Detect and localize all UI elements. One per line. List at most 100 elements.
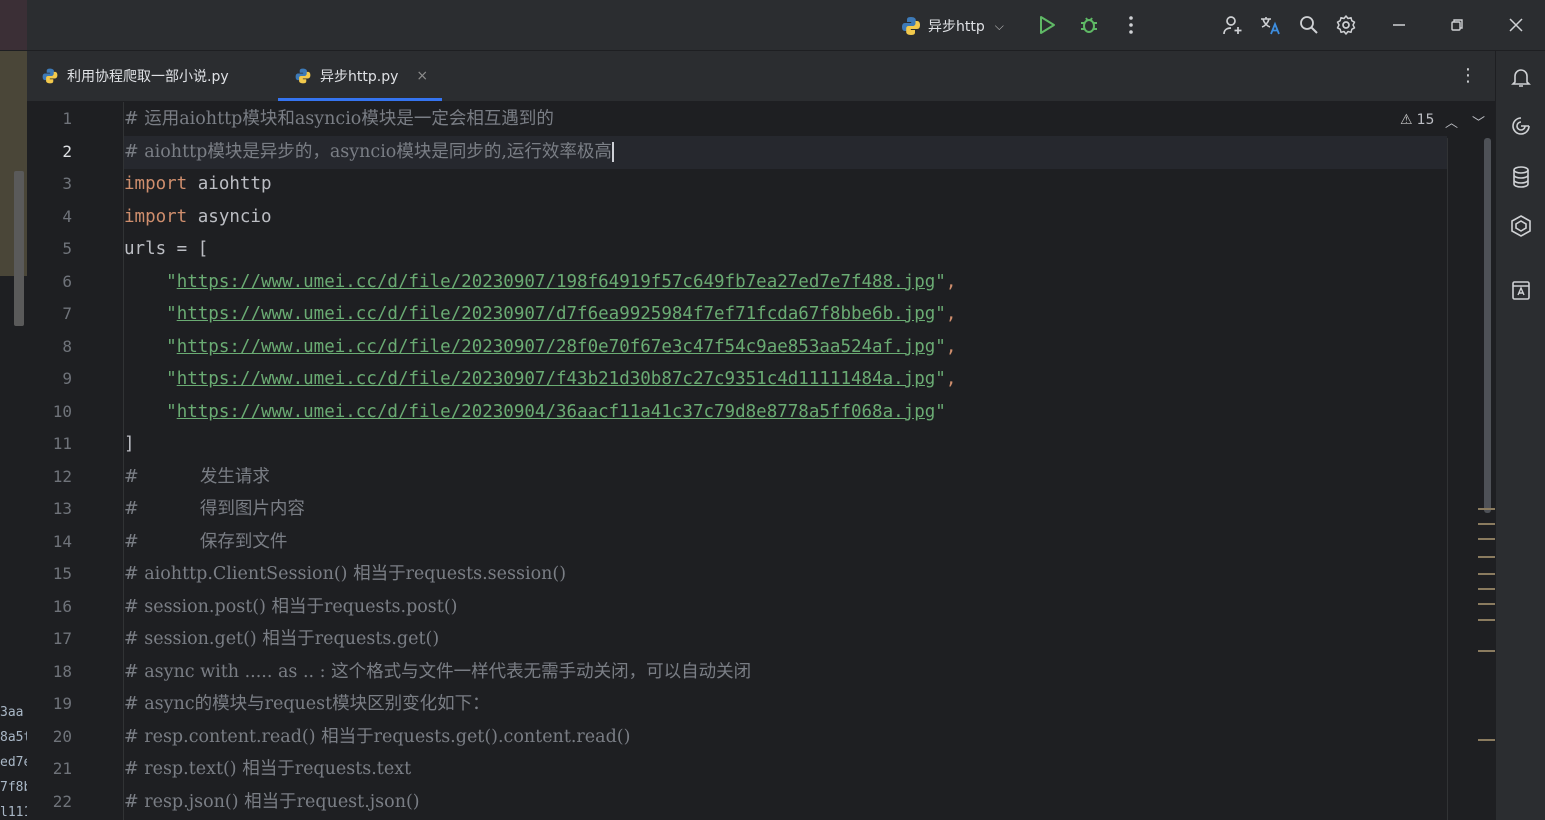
- scrollbar-thumb[interactable]: [1484, 138, 1491, 513]
- more-actions-button[interactable]: [1118, 12, 1144, 38]
- code-line[interactable]: "https://www.umei.cc/d/file/20230907/f43…: [124, 363, 956, 396]
- line-number: 15: [52, 564, 72, 583]
- close-icon: [1509, 18, 1523, 32]
- code-token: # session.get() 相当于requests.get(): [124, 629, 440, 649]
- notifications-icon[interactable]: [1509, 65, 1533, 89]
- line-number: 10: [52, 401, 72, 421]
- code-line[interactable]: # resp.content.read() 相当于requests.get().…: [124, 721, 630, 754]
- line-number: 8: [62, 336, 72, 356]
- line-number: 12: [52, 466, 72, 486]
- code-line[interactable]: "https://www.umei.cc/d/file/20230907/d7f…: [124, 298, 956, 331]
- code-token: ": [124, 271, 177, 292]
- translate-button[interactable]: [1257, 12, 1283, 38]
- line-number: 4: [62, 206, 72, 226]
- line-number: 22: [52, 791, 72, 811]
- tab-label: 异步http.py: [320, 69, 399, 85]
- code-token: ": [935, 336, 946, 357]
- add-user-icon: [1223, 16, 1242, 35]
- code-token: # resp.text() 相当于requests.text: [124, 759, 412, 779]
- code-line[interactable]: # aiohttp.ClientSession() 相当于requests.se…: [124, 558, 566, 591]
- tab-novel-crawler[interactable]: 利用协程爬取一部小说.py: [41, 51, 271, 101]
- code-line[interactable]: # 得到图片内容: [124, 493, 305, 526]
- tab-options-icon[interactable]: ⋮: [1459, 65, 1477, 86]
- tab-label: 利用协程爬取一部小说.py: [67, 69, 229, 85]
- text-caret: [611, 141, 614, 162]
- panel-scrollbar[interactable]: [14, 171, 24, 326]
- translate-icon: [1261, 17, 1280, 35]
- restore-button[interactable]: [1444, 12, 1470, 38]
- editor-tab-bar: 利用协程爬取一部小说.py 异步http.py × ⋮: [27, 51, 1495, 102]
- tab-async-http[interactable]: 异步http.py ×: [278, 51, 442, 101]
- code-line[interactable]: import aiohttp: [124, 168, 272, 201]
- code-token: # session.post() 相当于requests.post(): [124, 596, 458, 617]
- chevron-down-icon[interactable]: ﹀: [1472, 112, 1485, 131]
- code-token: ,: [945, 271, 957, 292]
- close-window-button[interactable]: [1503, 12, 1529, 38]
- code-token: ": [935, 401, 946, 422]
- code-line[interactable]: # resp.json() 相当于request.json(): [124, 786, 420, 819]
- database-icon[interactable]: [1509, 165, 1533, 189]
- settings-button[interactable]: [1333, 12, 1359, 38]
- code-line[interactable]: urls = [: [124, 233, 208, 266]
- line-number: 17: [52, 629, 72, 648]
- code-line[interactable]: # resp.text() 相当于requests.text: [124, 753, 411, 786]
- code-editor[interactable]: 1 2 3 4 5 6 7 8 9 10 11 12 13 14 15 16 17 18 19 20 21 22 # 运用…: [27, 102, 1496, 820]
- code-line[interactable]: ]: [124, 428, 135, 461]
- minimize-button[interactable]: [1386, 12, 1412, 38]
- gear-icon: [1336, 15, 1356, 35]
- code-line[interactable]: # 保存到文件: [124, 526, 287, 559]
- code-line[interactable]: # session.post() 相当于requests.post(): [124, 591, 457, 624]
- code-line[interactable]: # 发生请求: [124, 461, 270, 494]
- text-tool-icon[interactable]: [1509, 278, 1533, 302]
- code-area[interactable]: # 运用aiohttp模块和asyncio模块是一定会相互遇到的 # aiohtt…: [124, 102, 1447, 820]
- bug-icon: [1081, 17, 1097, 33]
- plugin-icon[interactable]: [1509, 214, 1533, 238]
- add-user-button[interactable]: [1220, 12, 1246, 38]
- code-line[interactable]: "https://www.umei.cc/d/file/20230907/28f…: [124, 331, 956, 364]
- code-token: import: [124, 206, 188, 227]
- code-token: asyncio: [187, 206, 272, 227]
- url-link[interactable]: https://www.umei.cc/d/file/20230907/28f0…: [177, 337, 936, 357]
- url-link[interactable]: https://www.umei.cc/d/file/20230904/36aa…: [177, 402, 936, 422]
- inspection-widget[interactable]: ⚠ 15: [1400, 112, 1434, 128]
- url-link[interactable]: https://www.umei.cc/d/file/20230907/f43b…: [177, 369, 936, 389]
- code-line[interactable]: # aiohttp模块是异步的，asyncio模块是同步的,运行效率极高: [124, 136, 614, 169]
- code-line[interactable]: "https://www.umei.cc/d/file/20230904/36a…: [124, 396, 946, 429]
- scroll-marker: [1478, 573, 1495, 575]
- chevron-up-icon[interactable]: ︿: [1445, 112, 1458, 131]
- code-line[interactable]: # async的模块与request模块区别变化如下：: [124, 688, 490, 721]
- run-config-selector[interactable]: 异步http ⌵: [900, 12, 1004, 40]
- code-token: ,: [945, 336, 957, 357]
- code-token: # async的模块与request模块区别变化如下：: [124, 694, 490, 714]
- right-tool-bar: [1495, 51, 1545, 820]
- line-number: 14: [52, 531, 72, 551]
- url-link[interactable]: https://www.umei.cc/d/file/20230907/d7f6…: [177, 304, 936, 324]
- scroll-marker: [1478, 523, 1495, 525]
- code-token: ": [935, 271, 946, 292]
- code-token: aiohttp: [187, 174, 272, 194]
- url-link[interactable]: https://www.umei.cc/d/file/20230907/198f…: [177, 272, 936, 292]
- code-line[interactable]: # 运用aiohttp模块和asyncio模块是一定会相互遇到的: [124, 103, 554, 136]
- chevron-down-icon: ⌵: [994, 18, 1004, 33]
- run-button[interactable]: [1034, 12, 1060, 38]
- more-vertical-icon: [1129, 16, 1133, 34]
- editor-scrollbar[interactable]: [1447, 138, 1496, 820]
- code-line[interactable]: "https://www.umei.cc/d/file/20230907/198…: [124, 266, 956, 299]
- code-line[interactable]: import asyncio: [124, 201, 272, 234]
- debug-button[interactable]: [1076, 12, 1102, 38]
- code-token: urls = [: [124, 239, 209, 259]
- code-line[interactable]: # async with ..... as .. : 这个格式与文件一样代表无需…: [124, 656, 751, 689]
- close-tab-icon[interactable]: ×: [416, 68, 428, 84]
- search-button[interactable]: [1296, 12, 1322, 38]
- ai-assistant-icon[interactable]: [1509, 114, 1533, 138]
- code-line[interactable]: # session.get() 相当于requests.get(): [124, 623, 439, 656]
- code-token: # 运用aiohttp模块和asyncio模块是一定会相互遇到的: [124, 109, 554, 129]
- code-token: # aiohttp.ClientSession() 相当于requests.se…: [124, 564, 567, 584]
- scroll-marker: [1478, 739, 1495, 741]
- code-token: ": [935, 304, 946, 324]
- inspection-nav: ︿ ﹀: [1445, 112, 1485, 131]
- scroll-marker: [1478, 588, 1495, 590]
- line-number: 5: [62, 239, 72, 258]
- code-token: import: [124, 174, 188, 194]
- warning-icon: ⚠: [1400, 112, 1413, 128]
